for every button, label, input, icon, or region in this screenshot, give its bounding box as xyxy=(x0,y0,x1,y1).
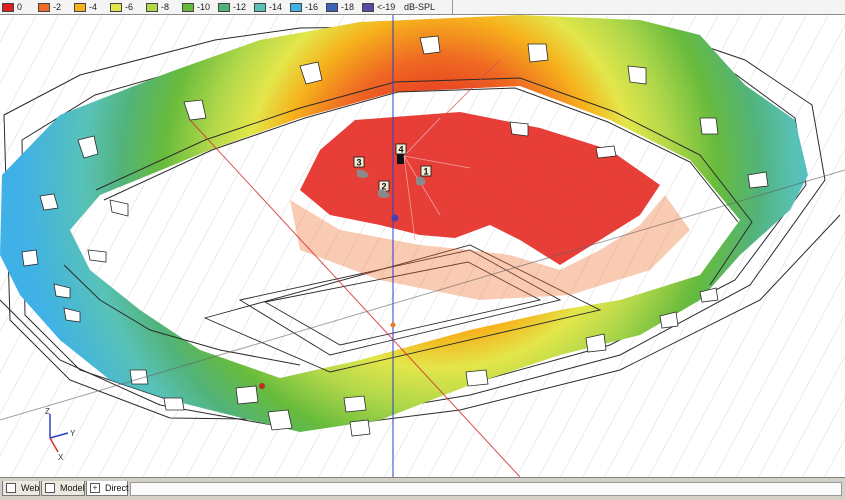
legend-unit: dB-SPL xyxy=(404,2,436,12)
axis-label-x: X xyxy=(58,453,64,462)
legend-label: -4 xyxy=(89,2,98,12)
tab-web[interactable]: Web xyxy=(2,481,40,496)
legend-label: 0 xyxy=(17,2,23,12)
model-viewport[interactable]: 1 2 3 4 Z Y X xyxy=(0,15,845,477)
page-icon xyxy=(45,483,55,493)
tab-model-label: Model xyxy=(60,483,85,493)
legend-swatch xyxy=(362,3,374,12)
legend-label: -8 xyxy=(161,2,170,12)
legend-swatch xyxy=(146,3,158,12)
plus-icon: + xyxy=(90,483,100,493)
legend-swatch xyxy=(74,3,86,12)
tab-model[interactable]: Model xyxy=(41,481,85,496)
origin-marker-icon xyxy=(390,322,396,328)
tab-direct-label: Direct xyxy=(105,483,129,493)
legend-swatch xyxy=(254,3,266,12)
speaker-1-label: 1 xyxy=(424,167,429,177)
legend-swatch xyxy=(290,3,302,12)
page-icon xyxy=(6,483,16,493)
legend-divider xyxy=(452,0,453,15)
legend-label: -16 xyxy=(305,2,319,12)
legend-label: -6 xyxy=(125,2,134,12)
speaker-3-label: 3 xyxy=(357,158,362,168)
legend-label: -2 xyxy=(53,2,62,12)
layout-tab-bar: Web Model + Direct xyxy=(0,477,845,500)
legend-label: <-19 xyxy=(377,2,396,12)
status-field xyxy=(130,482,842,496)
legend-swatch xyxy=(218,3,230,12)
legend-label: -12 xyxy=(233,2,247,12)
legend-swatch xyxy=(110,3,122,12)
legend-label: -18 xyxy=(341,2,355,12)
tab-direct[interactable]: + Direct xyxy=(86,481,129,496)
speaker-4-label: 4 xyxy=(399,145,404,155)
axis-label-y: Y xyxy=(70,429,76,438)
legend-swatch xyxy=(2,3,14,12)
legend-swatch xyxy=(38,3,50,12)
axis-label-z: Z xyxy=(45,407,50,416)
listener-point-icon[interactable] xyxy=(391,214,399,222)
speaker-4[interactable]: 4 xyxy=(395,143,407,155)
tab-web-label: Web xyxy=(21,483,40,493)
legend-swatch xyxy=(182,3,194,12)
legend-label: -14 xyxy=(269,2,283,12)
legend-label: -10 xyxy=(197,2,211,12)
reference-point-icon xyxy=(259,383,265,389)
speaker-2[interactable]: 2 xyxy=(378,180,390,198)
legend-swatch xyxy=(326,3,338,12)
spl-color-legend: 0 -2 -4 -6 -8 -10 -12 -14 -16 -18 <-19 d… xyxy=(0,0,845,15)
